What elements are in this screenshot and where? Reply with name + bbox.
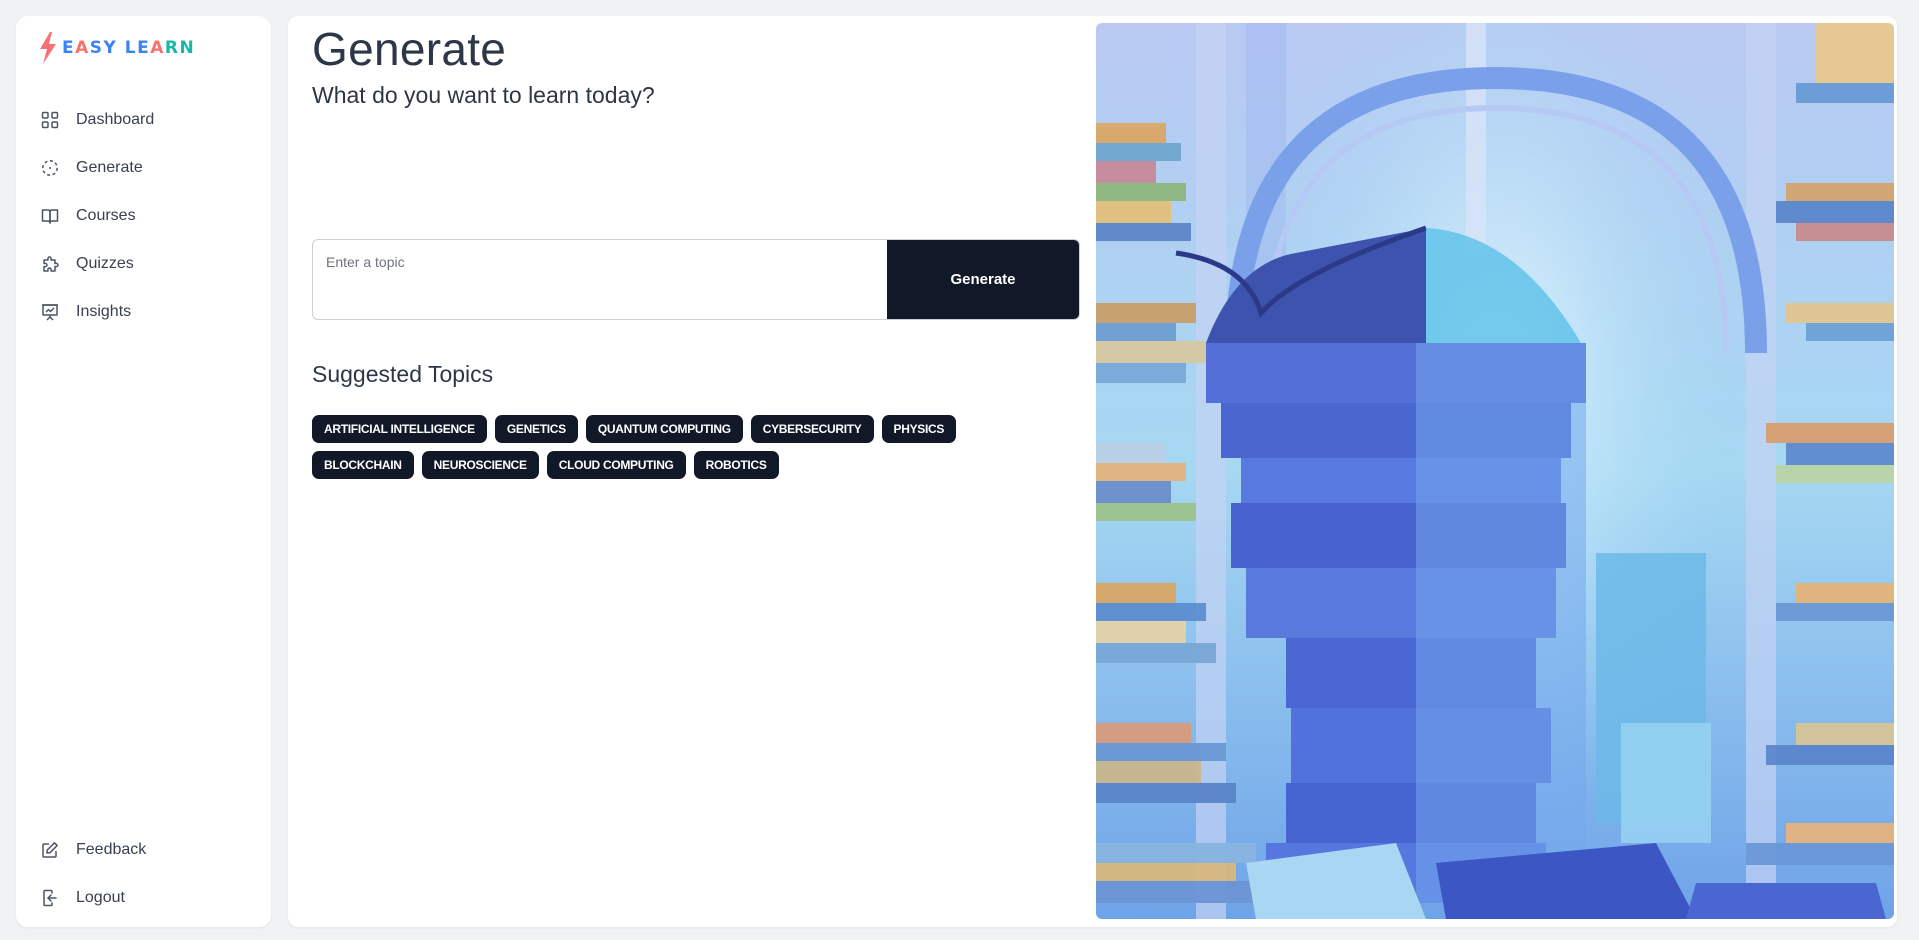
topic-input[interactable] [313,240,887,319]
app-logo[interactable]: EASY LEARN [38,30,195,66]
edit-icon [40,840,60,860]
sidebar-item-feedback[interactable]: Feedback [40,826,260,874]
page-subtitle: What do you want to learn today? [312,82,655,108]
topic-chip[interactable]: ARTIFICIAL INTELLIGENCE [312,415,487,443]
suggested-topics-list: ARTIFICIAL INTELLIGENCE GENETICS QUANTUM… [312,415,1052,479]
suggested-topics-title: Suggested Topics [312,361,494,387]
grid-icon [40,110,60,130]
topic-chip[interactable]: NEUROSCIENCE [421,451,539,479]
book-open-icon [40,206,60,226]
library-illustration-art [1096,23,1894,919]
library-illustration [1096,23,1894,919]
presentation-chart-icon [40,302,60,322]
topic-chip[interactable]: PHYSICS [881,415,957,443]
sidebar-item-label: Generate [76,159,143,176]
sidebar-nav: Dashboard Generate Courses Quizzes Insig… [40,96,260,336]
topic-input-container: Enter a topic [313,240,887,319]
sidebar-item-label: Dashboard [76,111,155,128]
sidebar-item-label: Quizzes [76,255,134,272]
sidebar-item-label: Insights [76,303,132,320]
topic-chip[interactable]: QUANTUM COMPUTING [585,415,743,443]
sidebar: EASY LEARN Dashboard Generate Courses Qu… [16,16,271,927]
sidebar-item-dashboard[interactable]: Dashboard [40,96,260,144]
main-panel: Generate What do you want to learn today… [288,16,1897,927]
sidebar-item-courses[interactable]: Courses [40,192,260,240]
sidebar-item-generate[interactable]: Generate [40,144,260,192]
page-title: Generate [312,23,507,75]
topic-input-placeholder: Enter a topic [326,254,405,270]
topic-chip[interactable]: ROBOTICS [693,451,779,479]
sidebar-bottom-nav: Feedback Logout [40,826,260,922]
topic-chip[interactable]: BLOCKCHAIN [312,451,414,479]
topic-chip[interactable]: CYBERSECURITY [750,415,874,443]
logout-icon [40,888,60,908]
logo-text: EASY LEARN [62,38,196,58]
puzzle-icon [40,254,60,274]
dashed-circle-icon [40,158,60,178]
sidebar-item-label: Courses [76,207,136,224]
topic-chip[interactable]: CLOUD COMPUTING [546,451,686,479]
sidebar-item-label: Feedback [76,841,147,858]
lightning-logo-icon [40,32,56,64]
sidebar-item-insights[interactable]: Insights [40,288,260,336]
topic-chip[interactable]: GENETICS [494,415,578,443]
topic-input-group: Enter a topic Generate [312,239,1080,320]
generate-button[interactable]: Generate [887,240,1079,319]
sidebar-item-quizzes[interactable]: Quizzes [40,240,260,288]
sidebar-item-label: Logout [76,889,125,906]
sidebar-item-logout[interactable]: Logout [40,874,260,922]
